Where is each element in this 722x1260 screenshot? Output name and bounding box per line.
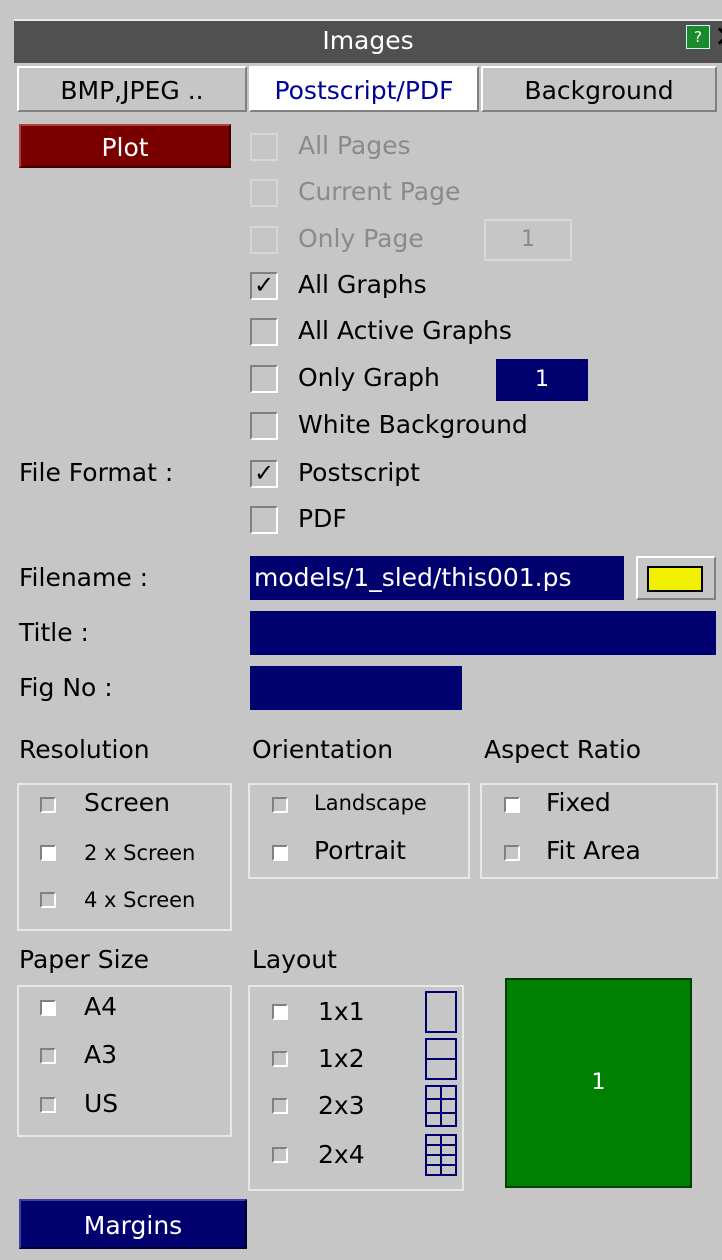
fig-no-input[interactable] <box>250 666 462 710</box>
layout-2x3-icon <box>425 1085 457 1127</box>
browse-folder-button[interactable] <box>636 556 716 600</box>
paper-a3-checkbox[interactable] <box>40 1048 56 1064</box>
postscript-label: Postscript <box>298 458 420 487</box>
layout-1x1-icon <box>425 991 457 1033</box>
resolution-heading: Resolution <box>19 735 150 764</box>
only-page-checkbox[interactable] <box>250 226 278 254</box>
tab-background[interactable]: Background <box>481 66 717 112</box>
fit-area-checkbox[interactable] <box>504 845 520 861</box>
landscape-label: Landscape <box>314 791 427 815</box>
layout-1x2-label: 1x2 <box>318 1044 365 1073</box>
file-format-label: File Format : <box>19 458 174 487</box>
only-page-label: Only Page <box>298 224 424 253</box>
fit-area-label: Fit Area <box>546 836 641 865</box>
landscape-checkbox[interactable] <box>272 797 288 813</box>
folder-icon <box>647 566 703 592</box>
paper-us-label: US <box>84 1089 119 1118</box>
title-label: Title : <box>19 618 89 647</box>
help-icon[interactable]: ? <box>686 25 710 49</box>
white-background-label: White Background <box>298 410 528 439</box>
fixed-checkbox[interactable] <box>504 797 520 813</box>
paper-a3-label: A3 <box>84 1040 118 1069</box>
portrait-checkbox[interactable] <box>272 845 288 861</box>
current-page-checkbox[interactable] <box>250 179 278 207</box>
aspect-ratio-heading: Aspect Ratio <box>484 735 642 764</box>
postscript-checkbox[interactable]: ✓ <box>250 460 278 488</box>
white-background-checkbox[interactable] <box>250 412 278 440</box>
resolution-2x-label: 2 x Screen <box>84 841 196 865</box>
resolution-4x-checkbox[interactable] <box>40 892 56 908</box>
title-bar: Images ? ✕ <box>14 19 722 63</box>
all-pages-checkbox[interactable] <box>250 133 278 161</box>
current-page-label: Current Page <box>298 177 461 206</box>
filename-input[interactable]: models/1_sled/this001.ps <box>250 556 624 600</box>
paper-us-checkbox[interactable] <box>40 1097 56 1113</box>
layout-1x2-icon <box>425 1038 457 1080</box>
all-active-graphs-label: All Active Graphs <box>298 316 512 345</box>
only-graph-input[interactable]: 1 <box>496 359 588 401</box>
resolution-screen-label: Screen <box>84 788 170 817</box>
plot-button[interactable]: Plot <box>19 124 231 168</box>
all-graphs-checkbox[interactable]: ✓ <box>250 272 278 300</box>
only-page-input[interactable]: 1 <box>484 219 572 261</box>
all-active-graphs-checkbox[interactable] <box>250 318 278 346</box>
only-graph-label: Only Graph <box>298 363 440 392</box>
paper-a4-checkbox[interactable] <box>40 1000 56 1016</box>
fig-no-label: Fig No : <box>19 673 113 702</box>
pdf-label: PDF <box>298 504 347 533</box>
tab-postscript-pdf[interactable]: Postscript/PDF <box>249 66 479 112</box>
layout-2x3-label: 2x3 <box>318 1091 365 1120</box>
only-graph-checkbox[interactable] <box>250 365 278 393</box>
layout-1x1-checkbox[interactable] <box>272 1004 288 1020</box>
all-graphs-label: All Graphs <box>298 270 427 299</box>
fixed-label: Fixed <box>546 788 611 817</box>
resolution-screen-checkbox[interactable] <box>40 797 56 813</box>
layout-2x4-checkbox[interactable] <box>272 1147 288 1163</box>
paper-a4-label: A4 <box>84 992 118 1021</box>
window-title: Images <box>322 26 414 55</box>
close-icon[interactable]: ✕ <box>714 21 722 55</box>
layout-preview[interactable]: 1 <box>505 978 692 1188</box>
layout-1x1-label: 1x1 <box>318 997 365 1026</box>
layout-2x4-label: 2x4 <box>318 1140 365 1169</box>
layout-2x3-checkbox[interactable] <box>272 1098 288 1114</box>
filename-label: Filename : <box>19 563 149 592</box>
layout-1x2-checkbox[interactable] <box>272 1051 288 1067</box>
layout-heading: Layout <box>252 945 337 974</box>
title-input[interactable] <box>250 611 716 655</box>
tab-bmp-jpeg[interactable]: BMP,JPEG .. <box>17 66 247 112</box>
layout-2x4-icon <box>425 1134 457 1176</box>
resolution-2x-checkbox[interactable] <box>40 845 56 861</box>
paper-size-heading: Paper Size <box>19 945 150 974</box>
portrait-label: Portrait <box>314 836 406 865</box>
resolution-4x-label: 4 x Screen <box>84 888 196 912</box>
orientation-heading: Orientation <box>252 735 394 764</box>
all-pages-label: All Pages <box>298 131 411 160</box>
margins-button[interactable]: Margins <box>19 1199 247 1249</box>
pdf-checkbox[interactable] <box>250 506 278 534</box>
